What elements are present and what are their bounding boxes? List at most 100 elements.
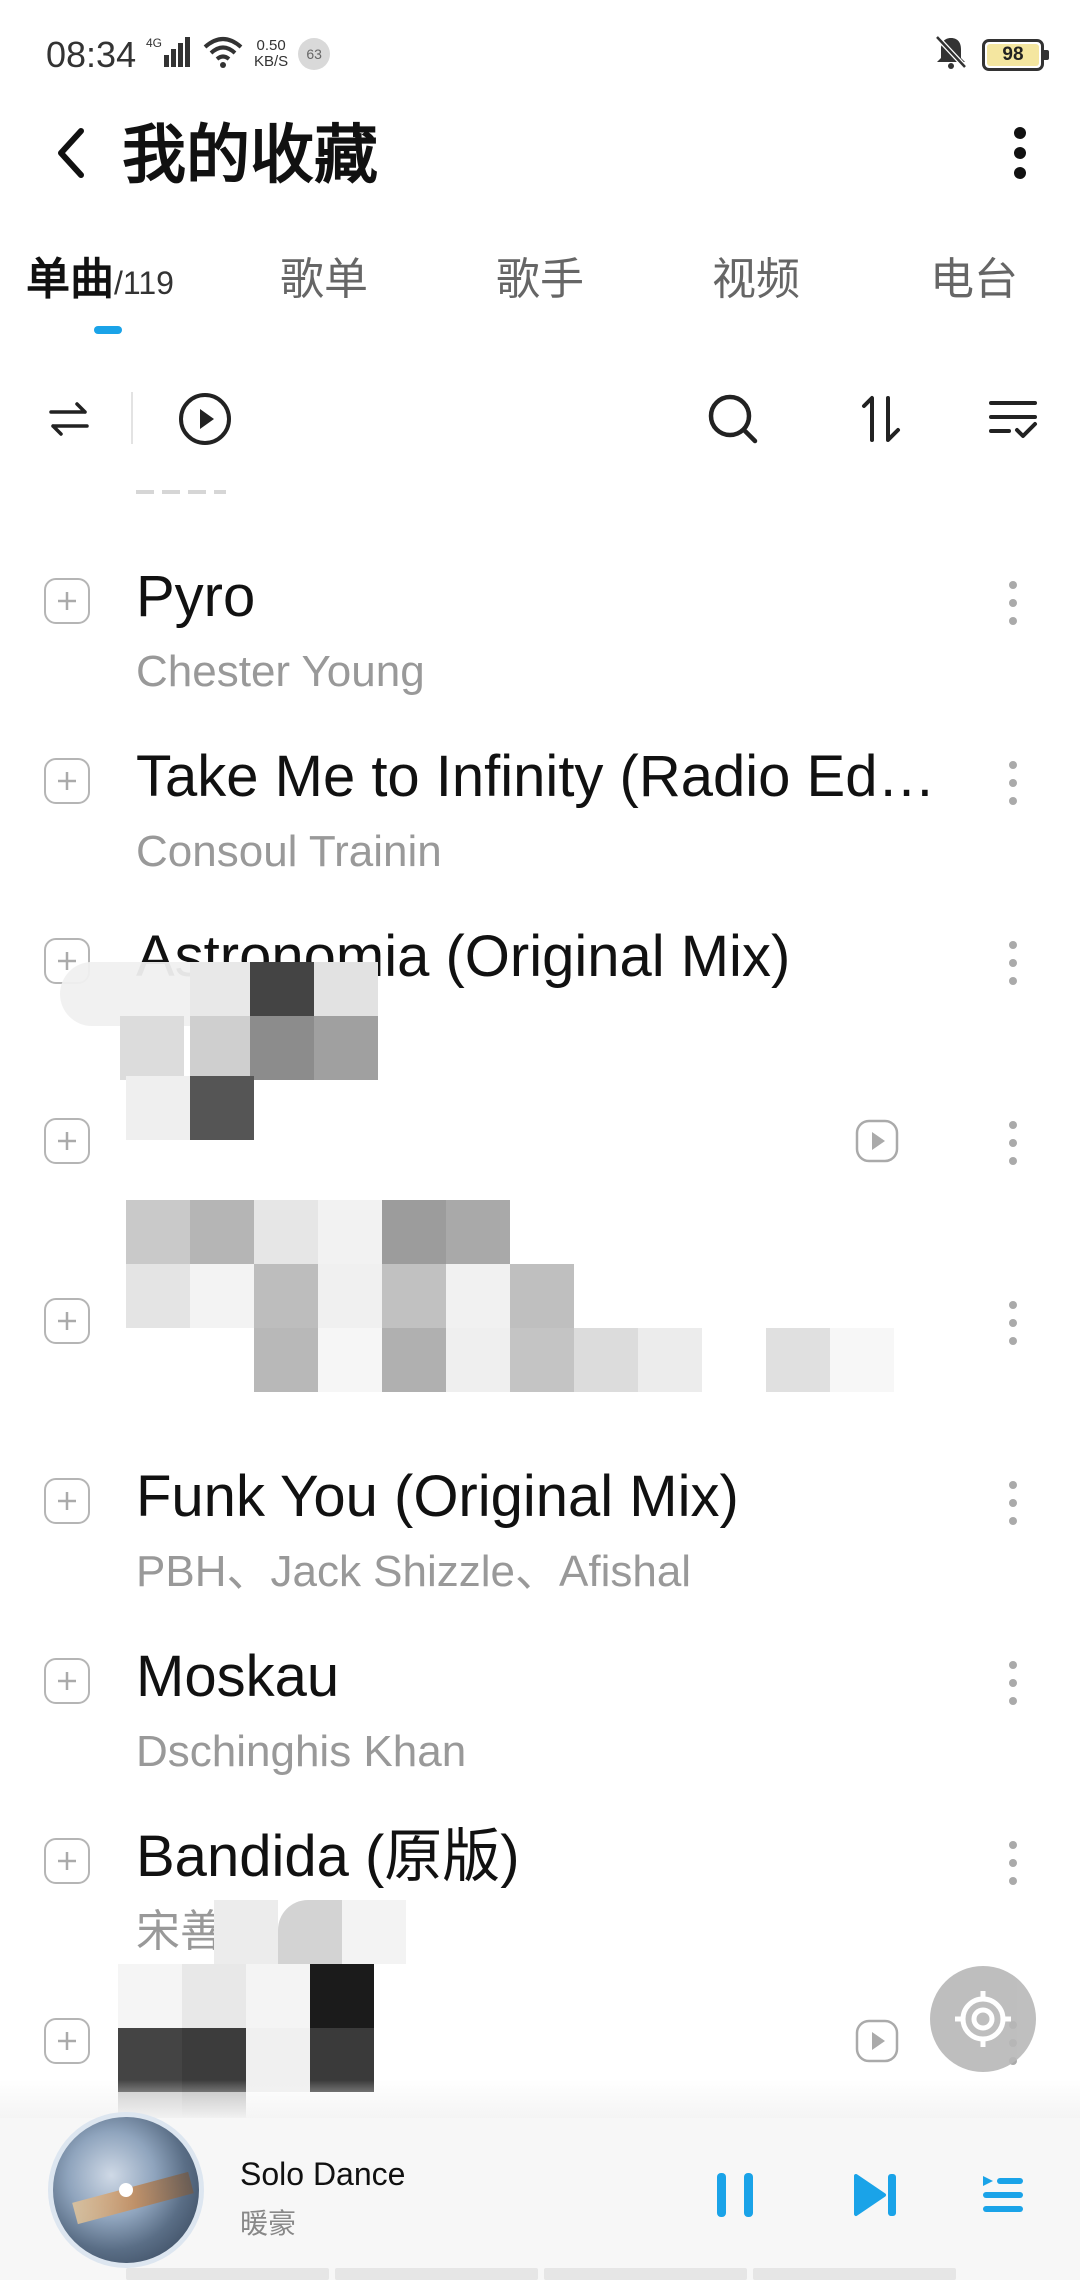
multi-select-button[interactable] <box>978 384 1048 454</box>
song-artist: PBH、Jack Shizzle、Afishal <box>136 1547 692 1596</box>
now-playing-title[interactable]: Solo Dance <box>240 2156 405 2193</box>
song-more-button[interactable] <box>990 1470 1036 1536</box>
shuffle-button[interactable] <box>34 384 104 454</box>
tab-radio[interactable]: 电台 <box>930 250 1018 310</box>
bell-muted-icon <box>934 34 968 75</box>
search-icon <box>708 394 758 444</box>
status-bar: 08:34 4G 0.50 KB/S 63 98 <box>0 0 1080 110</box>
mv-button[interactable] <box>854 2018 900 2064</box>
back-button[interactable] <box>36 118 106 188</box>
more-options-button[interactable] <box>988 118 1052 188</box>
video-play-icon <box>855 2019 899 2063</box>
tab-playlists[interactable]: 歌单 <box>280 250 368 310</box>
add-to-playlist-button[interactable] <box>44 1118 90 1164</box>
plus-icon <box>58 2032 76 2050</box>
song-more-button[interactable] <box>990 930 1036 996</box>
add-to-playlist-button[interactable] <box>44 1658 90 1704</box>
page-title: 我的收藏 <box>122 119 378 191</box>
plus-icon <box>58 1672 76 1690</box>
playlist-icon <box>983 2176 1023 2212</box>
network-speed: 0.50 KB/S <box>254 38 288 70</box>
song-row[interactable]: Take Me to Infinity (Radio Ed… Consoul T… <box>0 700 1080 880</box>
list-toolbar <box>0 370 1080 470</box>
song-row[interactable]: Moskau Dschinghis Khan <box>0 1600 1080 1780</box>
song-more-button[interactable] <box>990 750 1036 816</box>
song-more-button[interactable] <box>990 1110 1036 1176</box>
add-to-playlist-button[interactable] <box>44 758 90 804</box>
status-icons: 4G 0.50 KB/S 63 <box>146 34 331 74</box>
player-fade <box>0 2080 1080 2120</box>
song-artist: Chester Young <box>136 647 425 696</box>
tab-songs[interactable]: 单曲/119 <box>26 250 174 313</box>
playlist-button[interactable] <box>968 2160 1038 2230</box>
tab-indicator <box>94 326 122 334</box>
pause-icon <box>717 2173 753 2217</box>
network-type-label: 4G <box>146 36 162 50</box>
song-title: Funk You (Original Mix) <box>136 1464 739 1529</box>
plus-icon <box>58 1312 76 1330</box>
more-vertical-icon <box>1014 127 1026 179</box>
album-art[interactable] <box>48 2112 204 2268</box>
song-row[interactable]: Pyro Chester Young <box>0 520 1080 700</box>
plus-icon <box>58 772 76 790</box>
tab-bar: 单曲/119 歌单 歌手 视频 电台 <box>0 240 1080 340</box>
more-vertical-icon <box>1009 761 1017 805</box>
song-more-button[interactable] <box>990 570 1036 636</box>
sort-icon <box>862 396 900 442</box>
tab-artists[interactable]: 歌手 <box>496 250 584 310</box>
play-circle-icon <box>179 393 231 445</box>
speed-value: 0.50 <box>256 37 286 54</box>
battery-level: 98 <box>987 43 1039 66</box>
tab-videos[interactable]: 视频 <box>712 250 800 310</box>
more-vertical-icon <box>1009 1481 1017 1525</box>
more-vertical-icon <box>1009 1841 1017 1885</box>
floating-recognize-button[interactable] <box>930 1966 1036 2072</box>
mv-button[interactable] <box>854 1118 900 1164</box>
song-more-button[interactable] <box>990 1290 1036 1356</box>
scrolled-row-remnant <box>136 490 256 496</box>
battery-icon: 98 <box>982 38 1049 71</box>
more-vertical-icon <box>1009 1661 1017 1705</box>
add-to-playlist-button[interactable] <box>44 2018 90 2064</box>
toolbar-divider <box>131 392 133 444</box>
add-to-playlist-button[interactable] <box>44 1298 90 1344</box>
target-icon <box>955 1991 1011 2047</box>
plus-icon <box>58 1132 76 1150</box>
song-more-button[interactable] <box>990 1830 1036 1896</box>
add-to-playlist-button[interactable] <box>44 578 90 624</box>
add-to-playlist-button[interactable] <box>44 1478 90 1524</box>
pause-button[interactable] <box>700 2160 770 2230</box>
video-play-icon <box>855 1119 899 1163</box>
sort-button[interactable] <box>846 384 916 454</box>
now-playing-artist: 暖豪 <box>240 2208 297 2239</box>
notification-badge: 63 <box>298 38 331 70</box>
play-all-button[interactable] <box>170 384 240 454</box>
next-button[interactable] <box>840 2160 910 2230</box>
song-row[interactable]: Funk You (Original Mix) PBH、Jack Shizzle… <box>0 1420 1080 1600</box>
speed-unit: KB/S <box>254 53 289 70</box>
status-time: 08:34 <box>46 34 137 75</box>
chevron-left-icon <box>58 128 84 178</box>
song-title: Take Me to Infinity (Radio Ed… <box>136 744 936 809</box>
privacy-mosaic <box>126 1200 906 1400</box>
song-artist: Dschinghis Khan <box>136 1727 467 1776</box>
tab-songs-label: 单曲 <box>26 255 114 304</box>
wifi-icon <box>202 35 244 74</box>
header: 我的收藏 <box>0 100 1080 210</box>
plus-icon <box>58 592 76 610</box>
song-more-button[interactable] <box>990 1650 1036 1716</box>
song-title: Bandida (原版) <box>136 1824 520 1889</box>
tab-songs-count: /119 <box>114 265 174 301</box>
list-check-icon <box>989 401 1037 438</box>
add-to-playlist-button[interactable] <box>44 1838 90 1884</box>
plus-icon <box>58 1852 76 1870</box>
signal-icon: 4G <box>146 35 192 74</box>
skip-next-icon <box>854 2174 896 2216</box>
privacy-mosaic <box>60 962 378 1092</box>
song-title: Moskau <box>136 1644 340 1709</box>
bottom-strip <box>126 2268 956 2280</box>
more-vertical-icon <box>1009 1301 1017 1345</box>
more-vertical-icon <box>1009 1121 1017 1165</box>
song-artist: Consoul Trainin <box>136 827 442 876</box>
search-button[interactable] <box>698 384 768 454</box>
